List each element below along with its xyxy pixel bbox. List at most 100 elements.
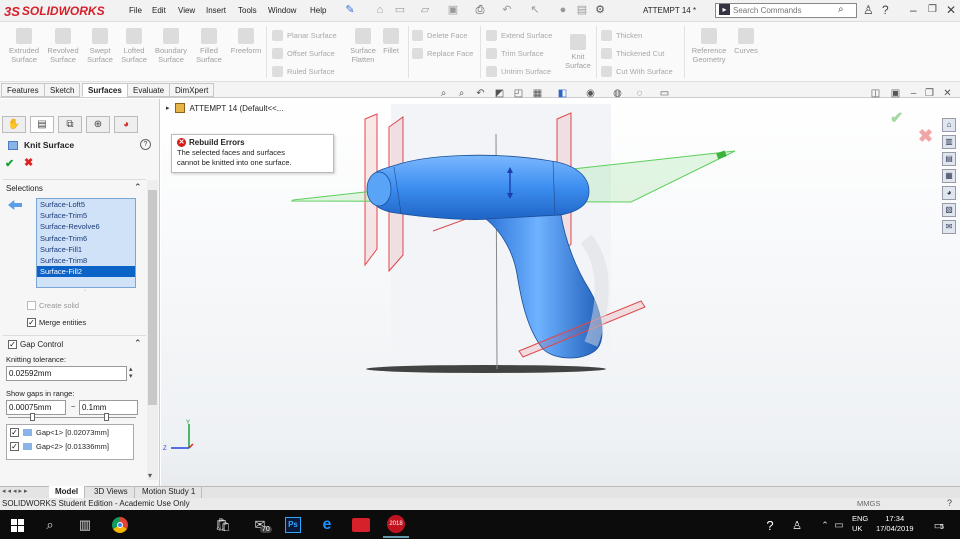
menu-insert[interactable]: Insert	[206, 6, 226, 15]
trim-surface-button[interactable]: Trim Surface	[486, 48, 544, 59]
view-palette-icon[interactable]: ▦	[942, 169, 956, 183]
photoshop-icon[interactable]: Ps	[280, 512, 306, 538]
notifications-icon[interactable]: ▭ 5	[926, 512, 952, 538]
ok-check-icon[interactable]: ✔	[5, 157, 14, 170]
search-icon[interactable]: ⌕	[37, 512, 63, 538]
knit-surface-button[interactable]: Knit Surface	[562, 34, 594, 70]
planar-surface-button[interactable]: Planar Surface	[272, 30, 337, 41]
tab-surfaces[interactable]: Surfaces	[82, 83, 128, 97]
help-icon[interactable]: ?	[140, 139, 151, 150]
curves-button[interactable]: Curves	[731, 28, 761, 55]
options-gear-icon[interactable]: ⚙	[593, 3, 607, 17]
offset-surface-button[interactable]: Offset Surface	[272, 48, 335, 59]
undo-icon[interactable]: ↶	[500, 3, 514, 17]
chrome-icon[interactable]	[107, 512, 133, 538]
tolerance-spinner-icon[interactable]: ▴ ▾	[129, 366, 133, 380]
people-icon[interactable]: ♙	[784, 512, 810, 538]
surface-flatten-button[interactable]: Surface Flatten	[344, 28, 382, 64]
gap-control-checkbox[interactable]: ✓	[8, 340, 17, 349]
new-document-icon[interactable]: ▭	[393, 3, 407, 17]
help-tray-icon[interactable]: ?	[757, 512, 783, 538]
appearances-scenes-icon[interactable]: ◕	[942, 186, 956, 200]
previous-view-icon[interactable]: ↶	[474, 87, 487, 100]
replace-face-button[interactable]: Replace Face	[412, 48, 473, 59]
tab-scroll-arrows-icon[interactable]: ◂◂◂▸▸	[2, 487, 30, 495]
file-explorer-icon[interactable]: ▤	[942, 152, 956, 166]
viewport-restore-icon[interactable]: ❐	[923, 87, 936, 100]
thicken-button[interactable]: Thicken	[601, 30, 642, 41]
feature-manager-tab-icon[interactable]: ✋	[2, 116, 26, 133]
close-icon[interactable]: ✕	[946, 3, 956, 17]
status-help-icon[interactable]: ?	[947, 498, 952, 508]
solidworks-app-icon[interactable]	[348, 512, 374, 538]
pin-icon[interactable]: ✎	[343, 3, 357, 17]
edge-icon[interactable]: e	[314, 512, 340, 538]
extruded-surface-button[interactable]: Extruded Surface	[4, 28, 44, 64]
search-commands-icon[interactable]: ▸	[719, 4, 730, 15]
tab-motion-study[interactable]: Motion Study 1	[136, 486, 203, 498]
zoom-to-area-icon[interactable]: ⌕	[455, 87, 468, 100]
viewport-split-icon[interactable]: ◫	[869, 87, 882, 100]
expand-arrow-icon[interactable]: ▸	[166, 104, 170, 112]
collapse-selections-icon[interactable]: ⌃	[134, 182, 142, 193]
user-icon[interactable]: ♙	[863, 3, 874, 17]
merge-entities-checkbox[interactable]: ✓	[27, 318, 36, 327]
network-icon[interactable]: ▭	[826, 512, 852, 538]
list-item[interactable]: ✓ Gap<2> [0.01336mm]	[7, 439, 133, 453]
solidworks-2018-icon[interactable]: 2018	[383, 512, 409, 538]
list-item[interactable]: Surface-Trim8	[37, 255, 135, 266]
store-icon[interactable]: 🛍	[210, 512, 236, 538]
save-icon[interactable]: ▣	[446, 3, 460, 17]
design-library-icon[interactable]: ▥	[942, 135, 956, 149]
reference-geometry-button[interactable]: Reference Geometry	[688, 28, 730, 64]
open-icon[interactable]: ▱	[418, 3, 432, 17]
help-icon[interactable]: ?	[882, 3, 889, 17]
gap-2-checkbox[interactable]: ✓	[10, 441, 19, 451]
untrim-surface-button[interactable]: Untrim Surface	[486, 66, 551, 77]
knitting-tolerance-input[interactable]: 0.02592mm	[6, 366, 127, 381]
tab-sketch[interactable]: Sketch	[44, 83, 81, 97]
restore-icon[interactable]: ❐	[928, 4, 937, 15]
custom-properties-icon[interactable]: ▧	[942, 203, 956, 217]
create-solid-checkbox[interactable]	[27, 301, 36, 310]
windows-start-icon[interactable]	[4, 512, 30, 538]
menu-view[interactable]: View	[178, 6, 195, 15]
gap-range-slider[interactable]	[8, 417, 136, 418]
lofted-surface-button[interactable]: Lofted Surface	[118, 28, 150, 64]
panel-scrollbar-thumb[interactable]	[148, 190, 157, 405]
taskbar-clock[interactable]: 17:34 17/04/2019	[876, 514, 914, 534]
tab-model[interactable]: Model	[49, 486, 86, 498]
revolved-surface-button[interactable]: Revolved Surface	[44, 28, 82, 64]
dimxpert-manager-tab-icon[interactable]: ⊕	[86, 116, 110, 133]
list-item[interactable]: Surface-Trim5	[37, 210, 135, 221]
section-view-icon[interactable]: ◩	[493, 87, 506, 100]
menu-tools[interactable]: Tools	[238, 6, 257, 15]
solidworks-resources-icon[interactable]: ⌂	[942, 118, 956, 132]
task-view-icon[interactable]: ▥	[72, 512, 98, 538]
tab-features[interactable]: Features	[1, 83, 45, 97]
apply-scene-icon[interactable]: ◌	[633, 87, 646, 100]
confirm-corner-ok-icon[interactable]: ✔	[890, 108, 903, 128]
print-icon[interactable]: ⎙	[473, 3, 487, 17]
surfaces-selection-list[interactable]: Surface-Loft5 Surface-Trim5 Surface-Revo…	[36, 198, 136, 288]
scroll-down-icon[interactable]: ▾	[148, 471, 152, 480]
tab-dimxpert[interactable]: DimXpert	[169, 83, 215, 97]
dynamic-annotation-icon[interactable]: ◰	[512, 87, 525, 100]
delete-face-button[interactable]: Delete Face	[412, 30, 467, 41]
selections-header[interactable]: Selections	[6, 184, 43, 193]
file-properties-icon[interactable]: ▤	[575, 3, 589, 17]
property-manager-tab-icon[interactable]: ▤	[30, 116, 54, 133]
home-icon[interactable]: ⌂	[373, 3, 387, 17]
thickened-cut-button[interactable]: Thickened Cut	[601, 48, 664, 59]
gaps-list[interactable]: ✓ Gap<1> [0.02073mm] ✓ Gap<2> [0.01336mm]	[6, 424, 134, 460]
list-item[interactable]: Surface-Fill1	[37, 244, 135, 255]
tab-3d-views[interactable]: 3D Views	[88, 486, 135, 498]
display-manager-tab-icon[interactable]: ◕	[114, 116, 138, 133]
hide-show-items-icon[interactable]: ◉	[584, 87, 597, 100]
viewport-minimize-icon[interactable]: –	[907, 87, 920, 100]
search-input[interactable]	[733, 5, 838, 16]
menu-edit[interactable]: Edit	[152, 6, 166, 15]
view-orientation-icon[interactable]: ▦	[531, 87, 544, 100]
ruled-surface-button[interactable]: Ruled Surface	[272, 66, 335, 77]
tab-evaluate[interactable]: Evaluate	[127, 83, 171, 97]
